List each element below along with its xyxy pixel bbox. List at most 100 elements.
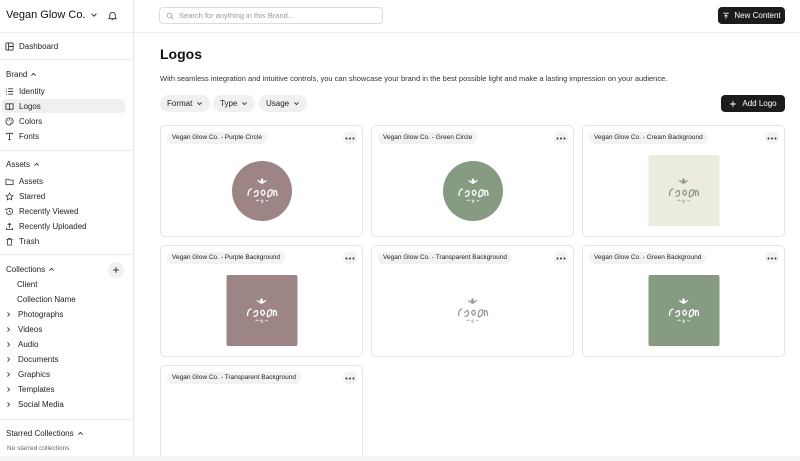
sidebar-item-label: Recently Viewed — [19, 206, 79, 216]
collection-label: Documents — [18, 355, 59, 364]
divider — [0, 150, 134, 151]
logo-card-label: Vegan Glow Co. - Green Background — [589, 252, 707, 264]
filter-label: Type — [220, 99, 238, 108]
chevron-right-icon — [7, 357, 11, 362]
page-description: With seamless integration and intuitive … — [160, 74, 668, 83]
more-options-button[interactable] — [343, 252, 357, 264]
scroll-edge — [0, 456, 800, 461]
add-logo-button[interactable]: Add Logo — [721, 95, 785, 112]
more-options-button[interactable] — [554, 252, 568, 264]
collection-item-videos[interactable]: Videos — [5, 325, 42, 334]
search-input[interactable] — [179, 11, 369, 20]
workspace-switcher[interactable]: Vegan Glow Co. — [6, 9, 98, 21]
chevron-right-icon — [7, 387, 11, 392]
collection-item-templates[interactable]: Templates — [5, 385, 54, 394]
section-starred-collections[interactable]: Starred Collections — [6, 429, 84, 438]
sidebar-item-assets[interactable]: Assets — [2, 174, 125, 188]
section-brand[interactable]: Brand — [6, 70, 37, 79]
sidebar-item-label: Assets — [19, 176, 44, 186]
section-heading: Brand — [6, 70, 28, 79]
chevron-right-icon — [7, 372, 11, 377]
logo-card[interactable]: Vegan Glow Co. - Purple Circle — [160, 125, 363, 237]
search-icon — [166, 12, 174, 19]
more-options-button[interactable] — [765, 252, 779, 264]
chevron-up-icon — [31, 72, 37, 76]
logo-card-label: Vegan Glow Co. - Purple Circle — [167, 132, 267, 144]
new-content-label: New Content — [734, 11, 781, 20]
sidebar-item-recently-viewed[interactable]: Recently Viewed — [2, 204, 125, 218]
more-horizontal-icon — [556, 257, 566, 259]
logo-card[interactable]: Vegan Glow Co. - Purple Background — [160, 245, 363, 357]
sidebar-item-dashboard[interactable]: Dashboard — [2, 39, 125, 53]
sidebar-item-starred[interactable]: Starred — [2, 189, 125, 203]
new-content-button[interactable]: New Content — [718, 7, 785, 24]
more-options-button[interactable] — [765, 132, 779, 144]
sidebar-item-recently-uploaded[interactable]: Recently Uploaded — [2, 219, 125, 233]
divider — [0, 59, 134, 60]
collection-item-documents[interactable]: Documents — [5, 355, 58, 364]
logo-card-label: Vegan Glow Co. - Cream Background — [589, 132, 708, 144]
collection-item-photographs[interactable]: Photographs — [5, 310, 63, 319]
book-icon — [5, 102, 14, 110]
list-icon — [5, 87, 14, 95]
sidebar-item-label: Logos — [19, 101, 41, 111]
section-heading: Collections — [6, 265, 46, 274]
more-horizontal-icon — [767, 257, 777, 259]
more-options-button[interactable] — [343, 372, 357, 384]
divider — [0, 254, 134, 255]
sidebar-item-colors[interactable]: Colors — [2, 114, 125, 128]
logo-card[interactable]: Vegan Glow Co. - Transparent Background — [371, 245, 574, 357]
sidebar-item-logos[interactable]: Logos — [2, 99, 125, 113]
chevron-down-icon — [90, 13, 97, 17]
logo-card[interactable]: Vegan Glow Co. - Transparent Background — [160, 365, 363, 461]
logo-card-label: Vegan Glow Co. - Transparent Background — [167, 372, 301, 384]
chevron-down-icon — [242, 102, 248, 106]
sidebar: Vegan Glow Co. Dashboard Brand Identity … — [0, 0, 134, 461]
sidebar-item-trash[interactable]: Trash — [2, 234, 125, 248]
sidebar-item-label: Starred — [19, 191, 46, 201]
filter-usage[interactable]: Usage — [259, 95, 308, 112]
collection-item-graphics[interactable]: Graphics — [5, 370, 50, 379]
sidebar-item-fonts[interactable]: Fonts — [2, 129, 125, 143]
section-heading: Starred Collections — [6, 429, 74, 438]
collection-item-client[interactable]: Client — [17, 280, 37, 289]
star-icon — [5, 191, 14, 201]
more-horizontal-icon — [345, 377, 355, 379]
logo-card[interactable]: Vegan Glow Co. - Green Circle — [371, 125, 574, 237]
empty-state-text: No starred collections — [7, 445, 70, 452]
logo-card-label: Vegan Glow Co. - Transparent Background — [378, 252, 512, 264]
divider — [134, 32, 800, 33]
section-assets[interactable]: Assets — [6, 160, 40, 169]
chevron-right-icon — [7, 342, 11, 347]
logo-thumbnail — [648, 275, 719, 346]
logo-card-label: Vegan Glow Co. - Purple Background — [167, 252, 286, 264]
more-horizontal-icon — [556, 137, 566, 139]
sidebar-item-label: Dashboard — [19, 41, 59, 51]
bell-icon[interactable] — [107, 10, 118, 21]
more-options-button[interactable] — [343, 132, 357, 144]
chevron-down-icon — [294, 102, 300, 106]
brand-logo-image — [246, 178, 278, 203]
section-collections[interactable]: Collections — [6, 265, 55, 274]
collection-label: Photographs — [18, 310, 64, 319]
workspace-name: Vegan Glow Co. — [6, 9, 86, 21]
filter-label: Usage — [266, 99, 290, 108]
filter-type[interactable]: Type — [213, 95, 256, 112]
type-icon — [5, 132, 14, 140]
logo-card[interactable]: Vegan Glow Co. - Cream Background — [582, 125, 785, 237]
filter-format[interactable]: Format — [160, 95, 211, 112]
collection-item-collection-name[interactable]: Collection Name — [17, 295, 76, 304]
logo-thumbnail — [226, 275, 297, 346]
add-collection-button[interactable] — [108, 262, 124, 278]
sidebar-item-identity[interactable]: Identity — [2, 84, 125, 98]
collection-item-social-media[interactable]: Social Media — [5, 400, 64, 409]
search-box[interactable] — [159, 7, 383, 24]
more-options-button[interactable] — [554, 132, 568, 144]
sidebar-item-label: Identity — [19, 86, 45, 96]
brand-logo-image — [668, 177, 700, 203]
brand-logo-image — [246, 297, 278, 323]
collection-item-audio[interactable]: Audio — [5, 340, 38, 349]
logo-card[interactable]: Vegan Glow Co. - Green Background — [582, 245, 785, 357]
logo-thumbnail — [442, 161, 503, 221]
dashboard-icon — [5, 41, 14, 51]
